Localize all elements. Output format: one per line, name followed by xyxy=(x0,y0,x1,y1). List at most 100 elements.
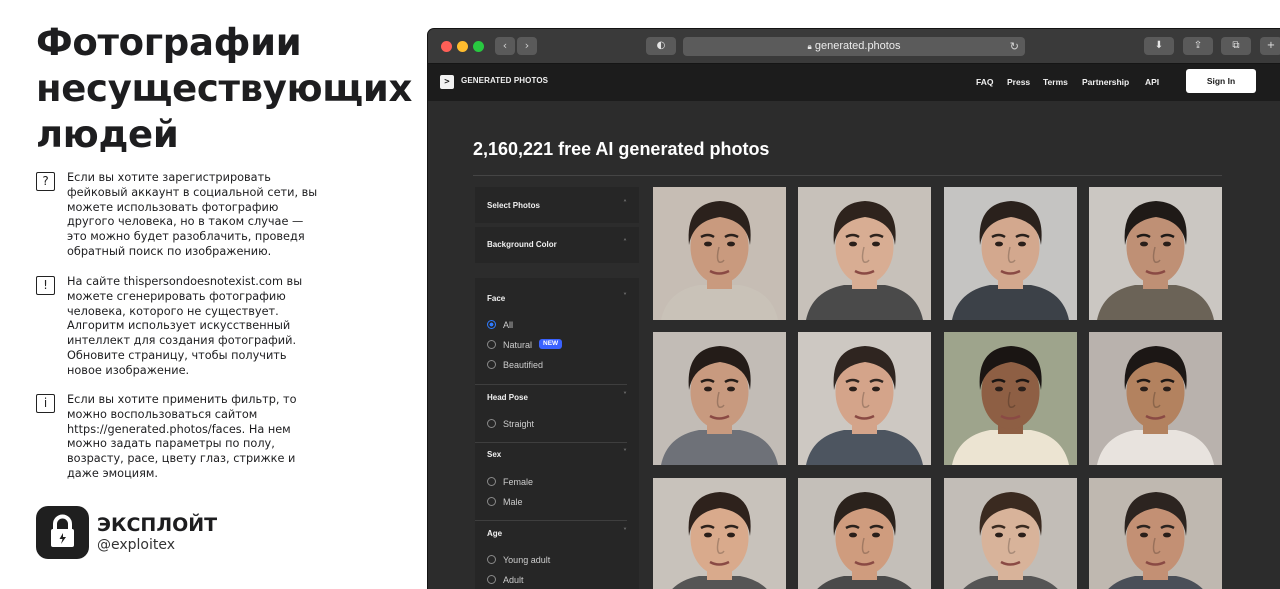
filter-panel: Face ˅ All Natural NEW Beautified Head P… xyxy=(475,278,639,589)
privacy-shield-button[interactable]: ◐ xyxy=(646,37,676,55)
option-label: Beautified xyxy=(503,360,544,370)
lock-icon: 🔒︎ xyxy=(807,42,812,51)
face-photo[interactable] xyxy=(944,332,1077,465)
tip-line: Алгоритм использует искусственный xyxy=(67,319,291,333)
filter-background-color[interactable]: Background Color ˄ xyxy=(475,227,639,263)
site-header: > GENERATED PHOTOS FAQ Press Terms Partn… xyxy=(428,64,1280,101)
info-icon: i xyxy=(36,394,55,413)
radio-icon xyxy=(487,340,496,349)
address-bar[interactable]: 🔒︎ generated.photos ↻ xyxy=(683,37,1025,56)
nav-link-partnership[interactable]: Partnership xyxy=(1082,77,1129,87)
site-logo-text[interactable]: GENERATED PHOTOS xyxy=(461,76,548,85)
face-photo[interactable] xyxy=(1089,332,1222,465)
tabs-icon: ⧉ xyxy=(1232,40,1240,51)
tip-line: Если вы хотите зарегистрировать xyxy=(67,171,271,184)
filter-face-heading[interactable]: Face xyxy=(487,294,505,303)
tip-line: интеллект для создания фотографий. xyxy=(67,334,297,348)
article-title-line: несуществующих xyxy=(36,67,413,110)
tip-text: На сайте thispersondoesnotexist.com вы м… xyxy=(67,275,329,379)
nav-link-terms[interactable]: Terms xyxy=(1043,77,1068,87)
tip-generator: ! На сайте thispersondoesnotexist.com вы… xyxy=(36,275,336,385)
chevron-left-icon: ‹ xyxy=(502,39,508,52)
radio-icon xyxy=(487,555,496,564)
filter-sex-heading[interactable]: Sex xyxy=(487,450,501,459)
chevron-up-icon: ˄ xyxy=(623,238,627,247)
filter-select-photos[interactable]: Select Photos ˄ xyxy=(475,187,639,223)
browser-window: ‹ › ◐ 🔒︎ generated.photos ↻ ⬇ ⇪ ⧉ + > GE… xyxy=(428,29,1280,589)
face-photo[interactable] xyxy=(653,187,786,320)
chevron-down-icon[interactable]: ˅ xyxy=(623,391,627,400)
face-illustration xyxy=(798,332,931,465)
generated-photos-logo-icon[interactable]: > xyxy=(440,75,454,89)
tip-line: Обновите страницу, чтобы получить xyxy=(67,348,287,362)
filter-age-heading[interactable]: Age xyxy=(487,529,502,538)
tip-line: человека, которого не существует. xyxy=(67,304,279,318)
reload-icon[interactable]: ↻ xyxy=(1010,37,1019,56)
article-panel: Фотографии несуществующих людей ? Если в… xyxy=(0,0,420,584)
divider xyxy=(473,175,1222,176)
radio-icon xyxy=(487,497,496,506)
chevron-right-icon: › xyxy=(524,39,530,52)
face-photo[interactable] xyxy=(1089,187,1222,320)
option-label: Natural xyxy=(503,340,533,350)
option-label: Young adult xyxy=(503,555,551,565)
minimize-window-button[interactable] xyxy=(457,41,468,52)
tip-line: новое изображение. xyxy=(67,363,190,377)
tabs-button[interactable]: ⧉ xyxy=(1221,37,1251,55)
article-title-line: Фотографии xyxy=(36,21,302,64)
face-photo[interactable] xyxy=(944,187,1077,320)
option-label: Female xyxy=(503,477,534,487)
tip-line: другого человека, но в таком случае — xyxy=(67,215,304,229)
face-illustration xyxy=(944,478,1077,589)
back-button[interactable]: ‹ xyxy=(495,37,515,55)
tip-account: ? Если вы хотите зарегистрировать фейков… xyxy=(36,171,336,266)
chevron-down-icon[interactable]: ˅ xyxy=(623,292,627,301)
tip-line: возрасту, расе, цвету глаз, стрижке и xyxy=(67,452,296,466)
brand-handle: @exploitex xyxy=(97,537,176,553)
zoom-window-button[interactable] xyxy=(473,41,484,52)
tip-line: можете сгенерировать фотографию xyxy=(67,289,286,303)
tip-text: Если вы хотите зарегистрировать фейковый… xyxy=(67,171,329,260)
face-photo[interactable] xyxy=(1089,478,1222,589)
tip-line: обратный поиск по изображению. xyxy=(67,244,272,258)
face-illustration xyxy=(653,332,786,465)
plus-icon: + xyxy=(1266,40,1276,51)
radio-selected-icon xyxy=(487,320,496,329)
radio-icon xyxy=(487,575,496,584)
option-label: Straight xyxy=(503,419,535,429)
radio-icon xyxy=(487,360,496,369)
nav-link-api[interactable]: API xyxy=(1145,77,1159,87)
face-illustration xyxy=(944,332,1077,465)
forward-button[interactable]: › xyxy=(517,37,537,55)
face-photo[interactable] xyxy=(798,478,931,589)
face-illustration xyxy=(944,187,1077,320)
close-window-button[interactable] xyxy=(441,41,452,52)
face-illustration xyxy=(1089,332,1222,465)
face-photo[interactable] xyxy=(653,332,786,465)
filter-head-pose-heading[interactable]: Head Pose xyxy=(487,393,528,402)
filter-heading: Select Photos xyxy=(487,201,540,210)
face-photo[interactable] xyxy=(944,478,1077,589)
face-photo[interactable] xyxy=(653,478,786,589)
chevron-up-icon: ˄ xyxy=(623,199,627,208)
tip-line: фейковый аккаунт в социальной сети, вы xyxy=(67,185,318,199)
download-icon: ⬇ xyxy=(1154,40,1164,51)
chevron-down-icon[interactable]: ˅ xyxy=(623,527,627,536)
article-title: Фотографии несуществующих людей xyxy=(36,20,416,158)
share-button[interactable]: ⇪ xyxy=(1183,37,1213,55)
downloads-button[interactable]: ⬇ xyxy=(1144,37,1174,55)
chevron-down-icon[interactable]: ˅ xyxy=(623,448,627,457)
face-photo[interactable] xyxy=(798,332,931,465)
page-title: 2,160,221 free AI generated photos xyxy=(473,139,770,159)
nav-link-faq[interactable]: FAQ xyxy=(976,77,993,87)
browser-toolbar: ‹ › ◐ 🔒︎ generated.photos ↻ ⬇ ⇪ ⧉ + xyxy=(428,29,1280,64)
nav-link-press[interactable]: Press xyxy=(1007,77,1030,87)
sign-in-button[interactable]: Sign In xyxy=(1186,69,1256,93)
lock-icon xyxy=(36,506,89,559)
tip-line: На сайте thispersondoesnotexist.com вы xyxy=(67,275,303,288)
face-illustration xyxy=(798,187,931,320)
option-label: Male xyxy=(503,497,523,507)
face-photo[interactable] xyxy=(798,187,931,320)
new-tab-button[interactable]: + xyxy=(1260,37,1280,55)
radio-icon xyxy=(487,419,496,428)
